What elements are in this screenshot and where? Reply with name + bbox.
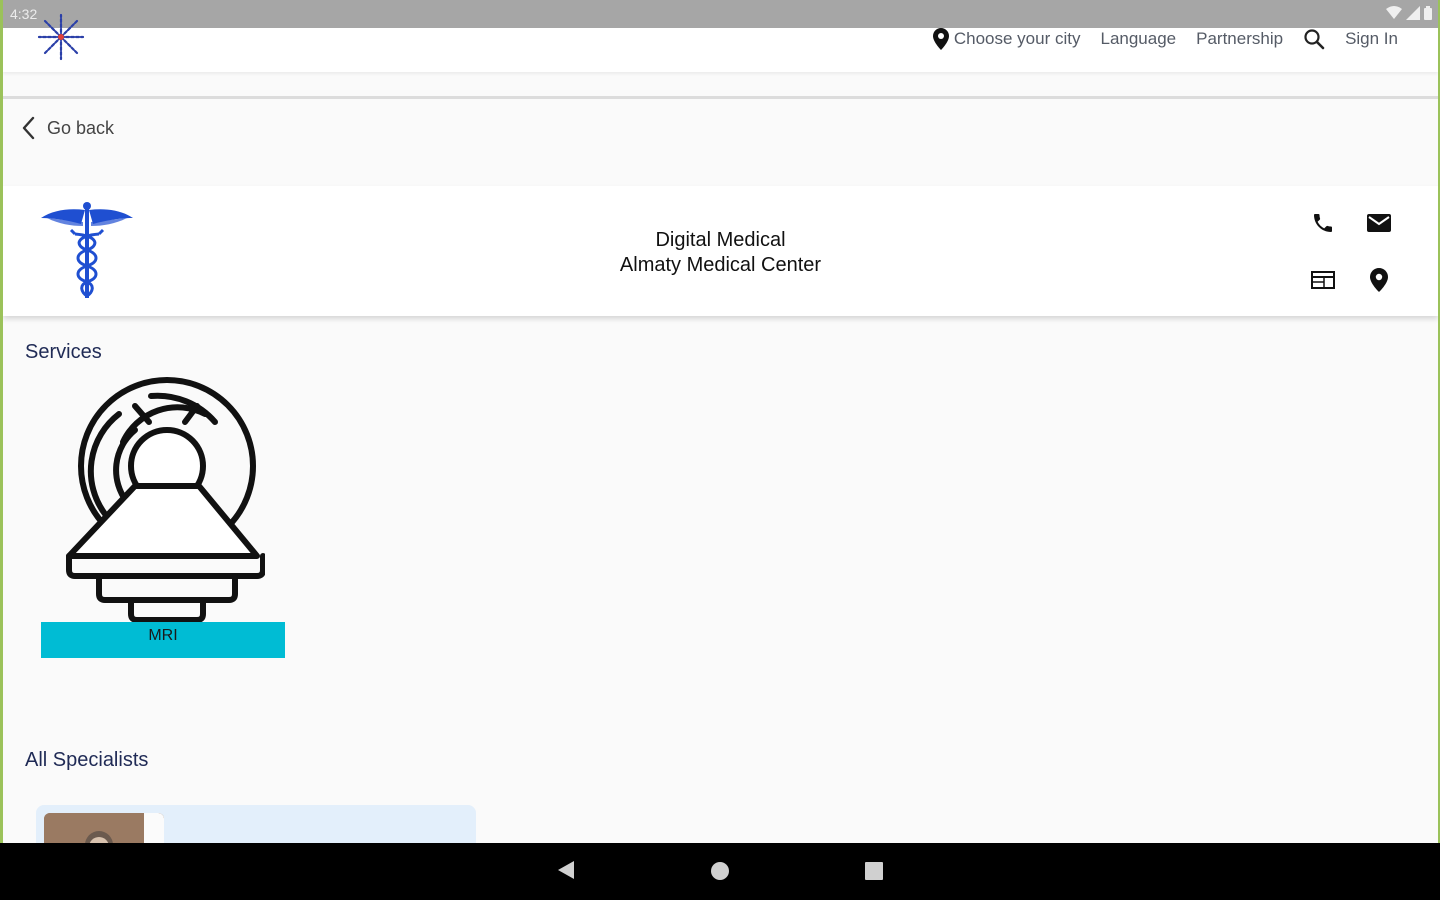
brand-logo-icon[interactable] (36, 12, 86, 62)
battery-icon (1424, 6, 1432, 20)
wifi-icon (1386, 6, 1402, 19)
website-button[interactable] (1308, 265, 1338, 295)
language-link[interactable]: Language (1100, 29, 1176, 49)
recents-square-icon[interactable] (864, 861, 884, 881)
clinic-card: Digital Medical Almaty Medical Center (3, 186, 1438, 316)
browser-window-icon (1311, 271, 1335, 289)
clinic-name-line1: Digital Medical (655, 229, 786, 251)
doctor-photo-icon (44, 813, 164, 843)
language-label: Language (1100, 29, 1177, 48)
header-divider (3, 96, 1438, 99)
sign-in-link[interactable]: Sign In (1345, 29, 1398, 49)
email-button[interactable] (1364, 208, 1394, 238)
status-time: 4:32 (10, 6, 38, 22)
go-back-button[interactable]: Go back (21, 116, 114, 140)
chevron-left-icon (22, 116, 35, 140)
top-nav: Choose your city Language Partnership Si… (932, 28, 1398, 50)
search-button[interactable] (1303, 28, 1325, 50)
home-circle-icon[interactable] (710, 861, 730, 881)
service-card-mri[interactable]: MRI (41, 374, 285, 658)
choose-city-link[interactable]: Choose your city (932, 28, 1081, 50)
specialists-heading: All Specialists (25, 749, 149, 771)
specialist-photo (44, 813, 164, 843)
status-bar: 4:32 (3, 0, 1438, 28)
mri-scanner-icon (66, 377, 265, 623)
partnership-link[interactable]: Partnership (1196, 29, 1283, 49)
clinic-name-line2: Almaty Medical Center (619, 254, 822, 276)
search-icon (1304, 29, 1325, 50)
sign-in-label: Sign In (1345, 29, 1398, 48)
back-triangle-icon[interactable] (556, 859, 576, 881)
mail-icon (1367, 214, 1391, 232)
phone-icon (1314, 214, 1332, 232)
go-back-label: Go back (47, 117, 115, 138)
call-button[interactable] (1308, 208, 1338, 238)
map-pin-icon (1370, 268, 1388, 292)
location-pin-icon (932, 28, 949, 50)
map-location-button[interactable] (1364, 265, 1394, 295)
app-screen: 4:32 Choose your city Language Partnersh… (3, 0, 1438, 843)
clinic-name: Digital Medical Almaty Medical Center (3, 228, 1438, 278)
status-icons (1386, 6, 1432, 20)
partnership-label: Partnership (1196, 29, 1284, 48)
specialist-card[interactable] (36, 805, 476, 843)
signal-icon (1406, 6, 1420, 20)
contact-actions (1308, 208, 1404, 304)
services-heading: Services (25, 341, 102, 363)
service-label-mri: MRI (41, 622, 285, 658)
app-header: Choose your city Language Partnership Si… (3, 13, 1438, 72)
system-nav-bar (0, 843, 1440, 900)
choose-city-label: Choose your city (953, 29, 1081, 48)
